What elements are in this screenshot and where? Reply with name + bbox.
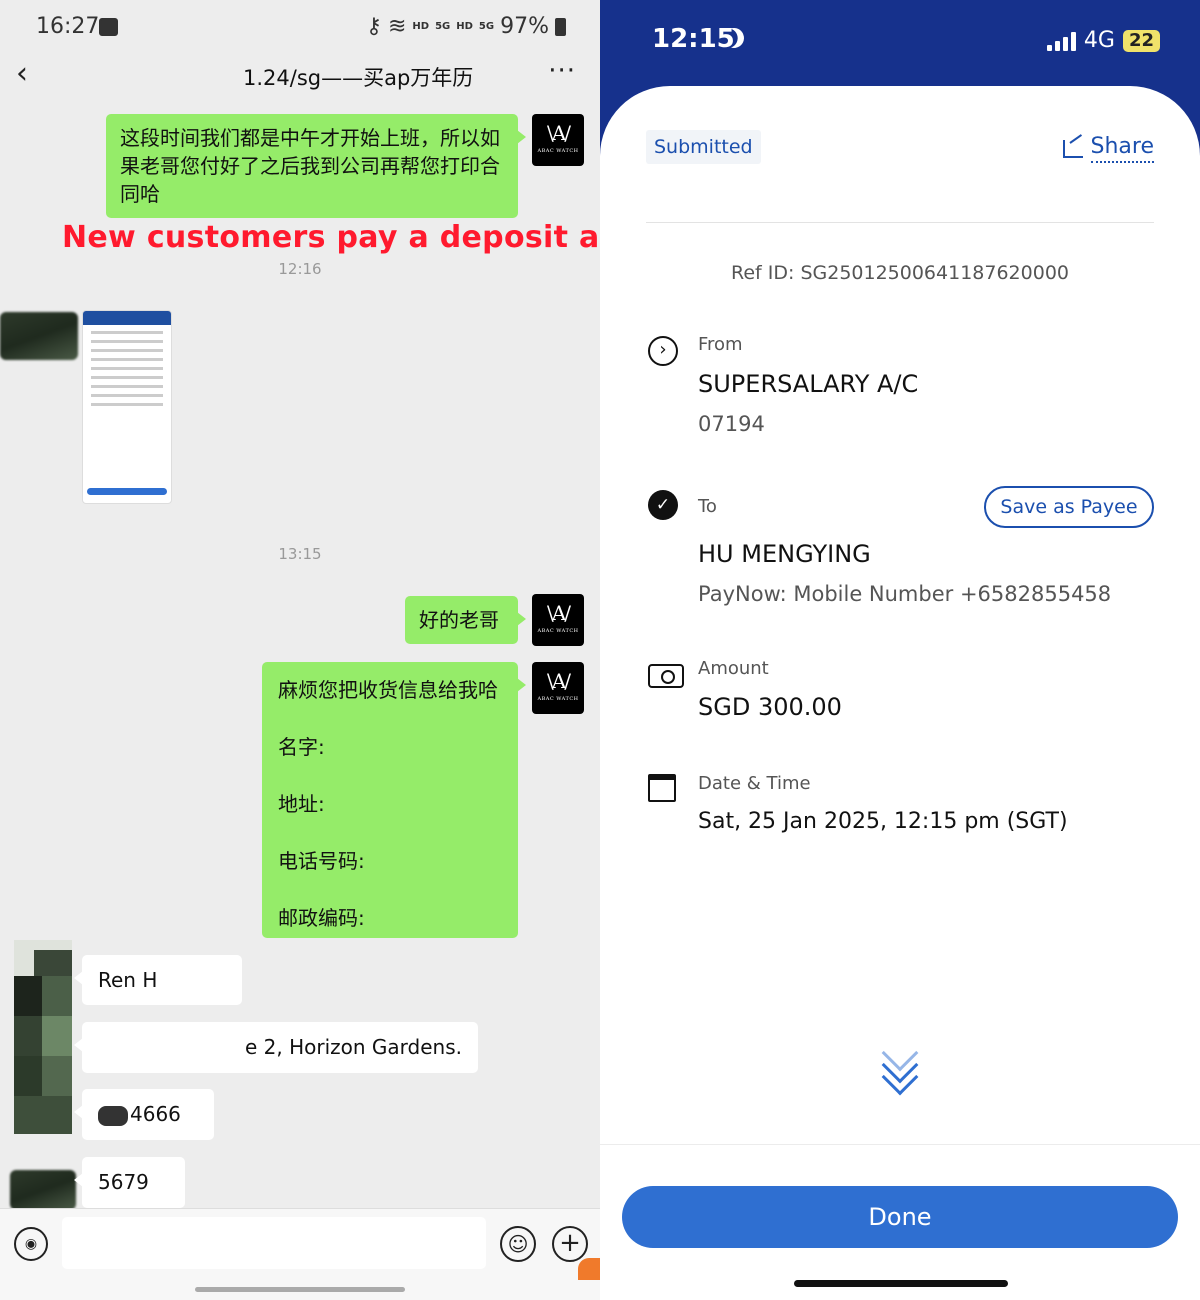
- message-text: e 2, Horizon Gardens.: [244, 1035, 462, 1059]
- amount-value: SGD 300.00: [698, 693, 842, 721]
- message-bubble-incoming[interactable]: 4666: [74, 1089, 214, 1140]
- chat-panel: 16:27 ⚷ ≋ HD 5G HD 5G 97% ‹ 1.24/sg——买ap…: [0, 0, 600, 1300]
- 5g-label-2: 5G: [478, 21, 495, 32]
- message-bubble-incoming[interactable]: 5679: [74, 1157, 185, 1208]
- amount-label: Amount: [698, 658, 769, 679]
- avatar-self[interactable]: \A/ ABAC WATCH: [532, 662, 584, 714]
- home-indicator: [195, 1287, 405, 1292]
- scroll-down-chevrons-icon[interactable]: [881, 1034, 919, 1108]
- 5g-label: 5G: [435, 21, 451, 32]
- message-bubble-incoming[interactable]: Ren H: [74, 955, 242, 1005]
- home-indicator: [794, 1280, 1008, 1287]
- overlay-caption: New customers pay a deposit and the rest…: [62, 220, 600, 255]
- message-text: Ren H: [98, 968, 158, 992]
- avatar-contact-pixelated[interactable]: [14, 940, 72, 1134]
- battery-icon: [555, 17, 566, 36]
- avatar-self[interactable]: \A/ ABAC WATCH: [532, 114, 584, 166]
- floating-badge-icon[interactable]: [578, 1258, 600, 1280]
- chat-header: ‹ 1.24/sg——买ap万年历 ···: [0, 52, 600, 102]
- share-icon: [1062, 139, 1083, 158]
- more-options-button[interactable]: ···: [548, 56, 576, 86]
- status-time: 16:27: [36, 14, 100, 39]
- reference-id: Ref ID: SG25012500641187620000: [731, 262, 1069, 284]
- avatar-logo: \A/: [547, 669, 571, 693]
- battery-level: 22: [1122, 29, 1160, 52]
- avatar-logo: \A/: [547, 601, 571, 625]
- avatar-contact[interactable]: [10, 1170, 76, 1210]
- message-bubble-incoming[interactable]: e 2, Horizon Gardens.: [74, 1022, 478, 1073]
- message-bubble-outgoing[interactable]: 这段时间我们都是中午才开始上班，所以如果老哥您付好了之后我到公司再帮您打印合同哈: [106, 114, 526, 218]
- message-text: 5679: [98, 1170, 149, 1194]
- avatar-logo-sub: ABAC WATCH: [537, 628, 579, 634]
- message-text: 这段时间我们都是中午才开始上班，所以如果老哥您付好了之后我到公司再帮您打印合同哈: [120, 126, 500, 206]
- status-bar: 16:27 ⚷ ≋ HD 5G HD 5G 97%: [0, 0, 600, 56]
- hd-label-2: HD: [456, 21, 473, 32]
- share-button[interactable]: Share: [1062, 134, 1154, 163]
- to-label: To: [698, 496, 717, 517]
- message-bubble-outgoing[interactable]: 好的老哥: [405, 596, 526, 644]
- image-icon: [99, 18, 118, 36]
- message-line: 邮政编码:: [278, 906, 365, 930]
- message-line: 麻烦您把收货信息给我哈: [278, 678, 498, 702]
- avatar-logo: \A/: [547, 121, 571, 145]
- avatar-self[interactable]: \A/ ABAC WATCH: [532, 594, 584, 646]
- datetime-value: Sat, 25 Jan 2025, 12:15 pm (SGT): [698, 809, 1068, 834]
- chat-title: 1.24/sg——买ap万年历: [243, 66, 474, 90]
- message-text: 4666: [130, 1102, 181, 1126]
- battery-percent: 97%: [500, 14, 549, 39]
- transfer-details-card: Submitted Share Ref ID: SG25012500641187…: [600, 86, 1200, 1300]
- timestamp: 13:15: [278, 545, 322, 563]
- voice-input-button[interactable]: ◉: [14, 1227, 48, 1261]
- status-time: 12:15: [652, 24, 735, 54]
- cash-icon: [648, 664, 684, 688]
- bank-transfer-panel: 12:15 4G 22 Submitted Share Ref ID: SG25…: [600, 0, 1200, 1300]
- to-payee-detail: PayNow: Mobile Number +6582855458: [698, 582, 1112, 606]
- emoji-button[interactable]: ☺: [500, 1226, 536, 1262]
- status-badge: Submitted: [646, 130, 761, 164]
- back-button[interactable]: ‹: [16, 59, 42, 90]
- divider: [646, 222, 1154, 223]
- message-line: 地址:: [278, 792, 325, 816]
- avatar-logo-sub: ABAC WATCH: [537, 148, 579, 154]
- from-account-name: SUPERSALARY A/C: [698, 370, 919, 398]
- from-account-number: 07194: [698, 412, 765, 436]
- message-line: 名字:: [278, 735, 325, 759]
- more-actions-button[interactable]: +: [552, 1226, 588, 1262]
- redaction-blob: [98, 1105, 128, 1126]
- check-circle-icon: ✓: [648, 490, 678, 520]
- network-label: 4G: [1083, 28, 1115, 53]
- done-button[interactable]: Done: [622, 1186, 1178, 1248]
- save-as-payee-button[interactable]: Save as Payee: [984, 486, 1154, 528]
- from-label: From: [698, 334, 743, 355]
- avatar-logo-sub: ABAC WATCH: [537, 696, 579, 702]
- arrow-circle-icon: ›: [648, 336, 678, 366]
- hd-label: HD: [412, 21, 430, 32]
- key-icon: ⚷: [365, 14, 382, 39]
- wifi-icon: ≋: [387, 14, 407, 39]
- signal-icon: [1046, 31, 1076, 51]
- message-line: 电话号码:: [278, 849, 365, 873]
- message-bubble-outgoing[interactable]: 麻烦您把收货信息给我哈 名字: 地址: 电话号码: 邮政编码:: [262, 662, 526, 938]
- to-payee-name: HU MENGYING: [698, 540, 871, 568]
- status-right: 4G 22: [1046, 28, 1160, 53]
- image-message-thumbnail[interactable]: [82, 310, 172, 504]
- share-label: Share: [1090, 134, 1154, 163]
- divider: [600, 1144, 1200, 1145]
- message-input[interactable]: [62, 1217, 486, 1269]
- datetime-label: Date & Time: [698, 773, 811, 794]
- avatar-contact[interactable]: [0, 312, 78, 360]
- message-text: 好的老哥: [419, 608, 499, 632]
- status-right: ⚷ ≋ HD 5G HD 5G 97%: [366, 14, 566, 39]
- timestamp: 12:16: [278, 260, 322, 278]
- calendar-icon: [648, 774, 676, 802]
